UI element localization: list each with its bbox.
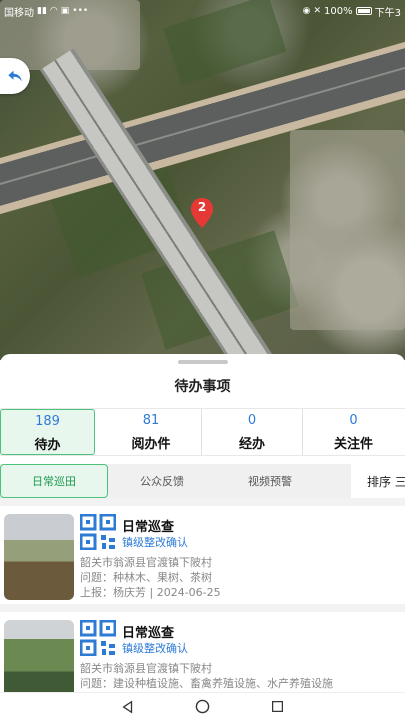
nav-back-button[interactable] [120, 699, 136, 715]
map-marker[interactable]: 2 [190, 198, 214, 228]
item-status: 镇级整改确认 [122, 642, 188, 655]
carrier-label: 国移动 [4, 7, 34, 19]
item-address: 韶关市翁源县官渡镇下陂村 [80, 556, 212, 569]
tab-public-feedback[interactable]: 公众反馈 [108, 464, 216, 498]
square-recents-icon [272, 701, 283, 712]
battery-icon [355, 7, 372, 15]
marker-number: 2 [197, 200, 207, 214]
stat-count: 189 [35, 414, 60, 429]
stat-read[interactable]: 81 阅办件 [101, 409, 202, 455]
stat-count: 0 [247, 413, 257, 428]
mute-icon: ✕ [313, 6, 322, 16]
list-item[interactable]: 日常巡查 镇级整改确认 韶关市翁源县官渡镇下陂村 问题：建设种植设施、畜禽养殖设… [0, 612, 405, 692]
item-title: 日常巡查 [122, 626, 175, 641]
sort-button[interactable]: 排序 三 [351, 464, 405, 498]
stat-label: 关注件 [333, 437, 373, 452]
more-icon: ••• [72, 6, 89, 16]
sheet-drag-handle[interactable] [177, 360, 228, 364]
triangle-back-icon [121, 700, 132, 713]
wifi-icon: ◠ [49, 6, 58, 16]
qr-code-icon [80, 620, 116, 656]
item-photo[interactable] [4, 514, 74, 600]
nav-recents-button[interactable] [270, 699, 286, 715]
satellite-map[interactable]: 2 [0, 0, 405, 360]
map-village [290, 130, 405, 330]
nav-home-button[interactable] [195, 699, 211, 715]
stat-label: 经办 [238, 437, 265, 452]
stat-followed[interactable]: 0 关注件 [303, 409, 404, 455]
stat-todo[interactable]: 189 待办 [0, 409, 95, 455]
item-issue: 问题：建设种植设施、畜禽养殖设施、水产养殖设施 [80, 677, 333, 690]
item-address: 韶关市翁源县官渡镇下陂村 [80, 662, 212, 675]
battery-percent: 100% [324, 5, 353, 17]
tab-daily-patrol[interactable]: 日常巡田 [0, 464, 108, 498]
stat-label: 待办 [34, 438, 61, 453]
signal-icon: ▮▮ [37, 6, 47, 16]
list-item[interactable]: 日常巡查 镇级整改确认 韶关市翁源县官渡镇下陂村 问题：种林木、果树、茶树 上报… [0, 506, 405, 604]
stat-handled[interactable]: 0 经办 [202, 409, 303, 455]
back-button[interactable] [0, 58, 30, 94]
item-photo[interactable] [4, 620, 74, 692]
todo-list: 日常巡查 镇级整改确认 韶关市翁源县官渡镇下陂村 问题：种林木、果树、茶树 上报… [0, 498, 405, 692]
stat-count: 81 [142, 413, 160, 428]
item-status: 镇级整改确认 [122, 536, 188, 549]
tab-video-alert[interactable]: 视频预警 [216, 464, 324, 498]
stats-row: 189 待办 81 阅办件 0 经办 0 关注件 [0, 408, 405, 456]
status-bar: 国移动 ▮▮ ◠ ▣ ••• ◉ ✕ 100% 下午3 [0, 0, 405, 22]
system-nav-bar [0, 692, 405, 720]
todo-sheet: 待办事项 189 待办 81 阅办件 0 经办 0 关注件 日常巡田 公众反馈 … [0, 354, 405, 692]
item-title: 日常巡查 [122, 520, 175, 535]
sheet-title: 待办事项 [174, 379, 231, 395]
item-issue: 问题：种林木、果树、茶树 [80, 571, 212, 584]
item-reporter: 上报：杨庆芳 | 2024-06-25 [80, 586, 221, 599]
location-icon: ◉ [302, 6, 311, 16]
notification-icon: ▣ [60, 6, 70, 16]
stat-label: 阅办件 [131, 437, 171, 452]
stat-count: 0 [349, 413, 358, 428]
qr-code-icon [80, 514, 116, 550]
filter-tabs: 日常巡田 公众反馈 视频预警 排序 三 [0, 464, 405, 498]
clock: 下午3 [374, 7, 401, 19]
back-arrow-icon [8, 70, 22, 82]
circle-home-icon [195, 699, 210, 714]
